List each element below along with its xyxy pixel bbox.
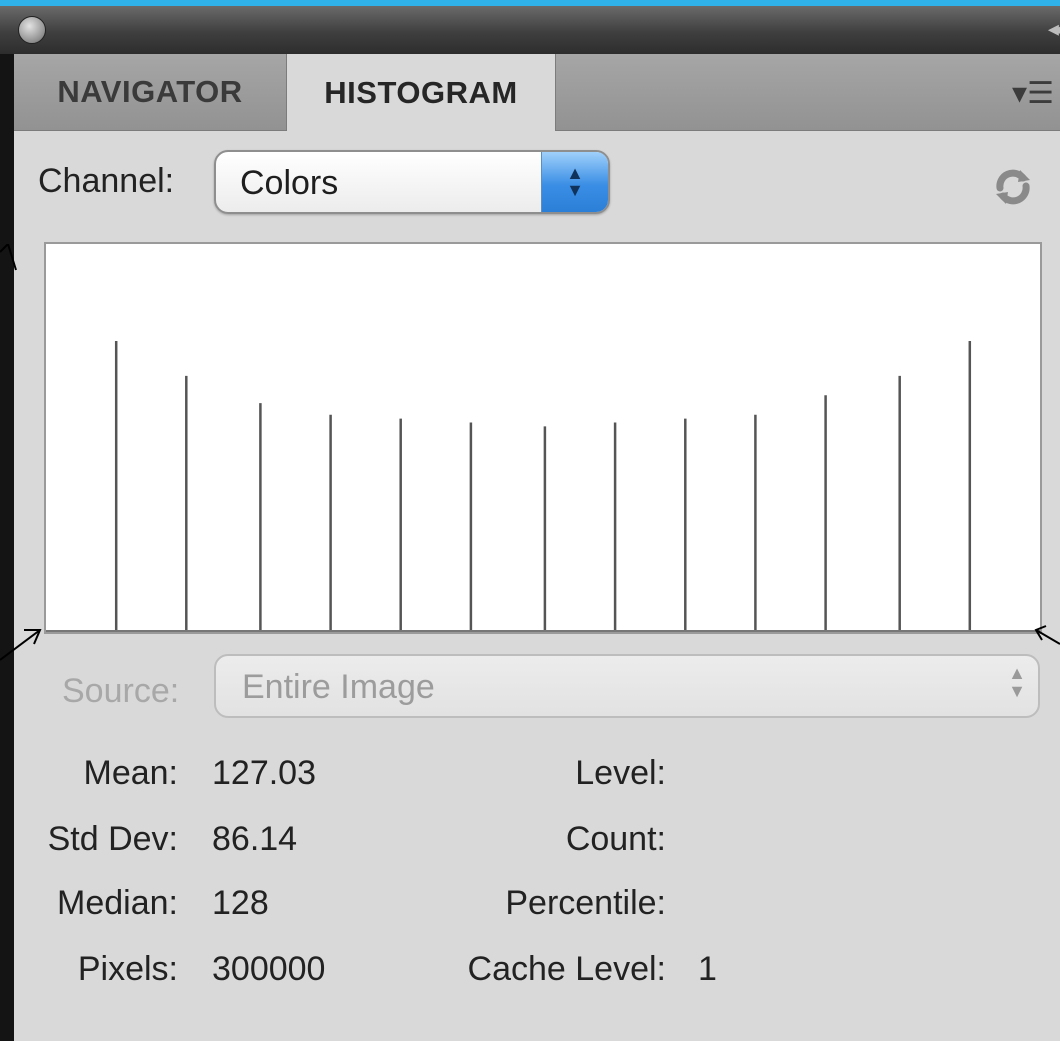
median-label: Median: bbox=[57, 884, 178, 922]
tab-bar: NAVIGATOR HISTOGRAM ▾☰ bbox=[14, 54, 1060, 131]
cache-level-label: Cache Level: bbox=[467, 950, 666, 988]
channel-stepper-icon[interactable]: ▲ ▼ bbox=[541, 152, 608, 212]
count-label: Count: bbox=[565, 820, 666, 858]
histogram-chart bbox=[44, 242, 1042, 634]
level-label: Level: bbox=[575, 754, 666, 792]
pixels-value: 300000 bbox=[212, 950, 326, 988]
pixels-label: Pixels: bbox=[77, 950, 178, 988]
mean-value: 127.03 bbox=[212, 754, 316, 792]
percentile-label: Percentile: bbox=[505, 884, 666, 922]
source-value: Entire Image bbox=[242, 668, 435, 706]
panel-menu-icon[interactable]: ▾☰ bbox=[1012, 76, 1054, 111]
source-label: Source: bbox=[62, 672, 180, 710]
right-callout-arrow-icon bbox=[1034, 625, 1060, 645]
panel-titlebar[interactable]: ◂◂ bbox=[0, 6, 1060, 55]
collapse-icon[interactable]: ◂◂ bbox=[1048, 16, 1060, 42]
tab-navigator[interactable]: NAVIGATOR bbox=[14, 54, 286, 130]
histogram-svg bbox=[46, 341, 1040, 632]
left-callout-arrow-icon bbox=[0, 629, 42, 661]
channel-label: Channel: bbox=[38, 162, 175, 200]
refresh-icon[interactable] bbox=[990, 164, 1036, 210]
median-value: 128 bbox=[212, 884, 269, 922]
top-callout-arrow-icon bbox=[0, 244, 17, 271]
std-dev-value: 86.14 bbox=[212, 820, 298, 858]
std-dev-label: Std Dev: bbox=[47, 820, 178, 858]
tab-histogram[interactable]: HISTOGRAM bbox=[286, 54, 556, 131]
panel-left-edge bbox=[0, 54, 14, 1041]
close-icon[interactable] bbox=[18, 16, 46, 44]
source-stepper-icon[interactable]: ▲ ▼ bbox=[1008, 664, 1026, 700]
cache-level-value: 1 bbox=[698, 950, 717, 988]
channel-value: Colors bbox=[240, 164, 339, 202]
mean-label: Mean: bbox=[83, 754, 179, 792]
source-select[interactable]: Entire Image ▲ ▼ bbox=[214, 654, 1040, 718]
histogram-panel: ◂◂ NAVIGATOR HISTOGRAM ▾☰ Channel: Color… bbox=[0, 6, 1060, 1041]
channel-select[interactable]: Colors ▲ ▼ bbox=[214, 150, 610, 214]
